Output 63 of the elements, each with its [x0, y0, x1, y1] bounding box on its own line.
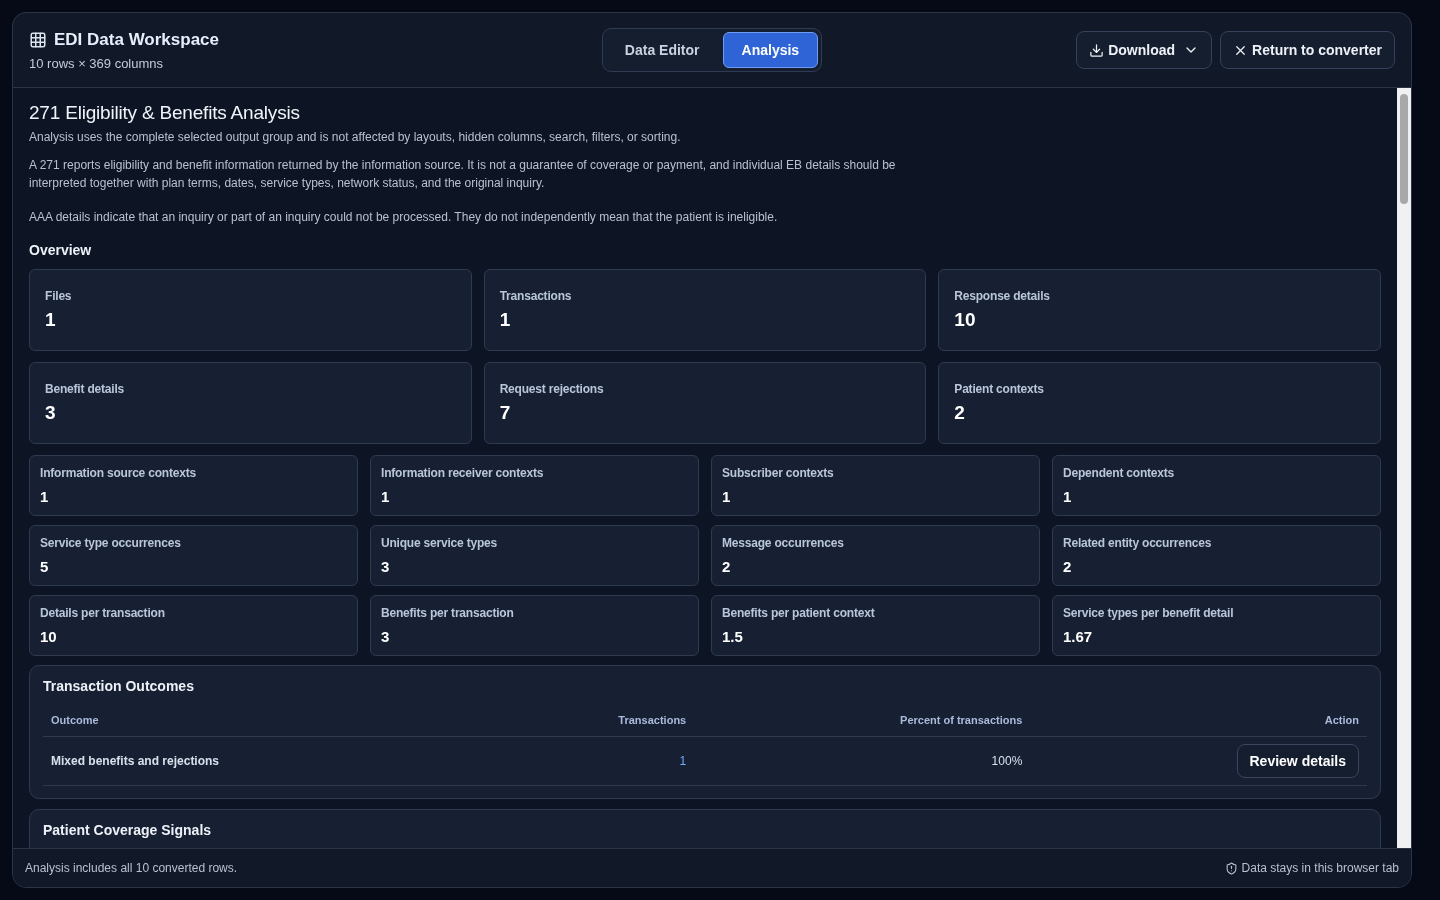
stat-label: Unique service types — [381, 536, 499, 550]
stat-label: Service type occurrences — [40, 536, 182, 550]
privacy-note: Data stays in this browser tab — [1224, 861, 1399, 875]
window-title: EDI Data Workspace — [54, 29, 220, 50]
stat-value: 1.5 — [722, 628, 744, 645]
stat-value: 2 — [1063, 558, 1073, 575]
stat-label: Message occurrences — [722, 536, 845, 550]
stat-value: 10 — [954, 309, 977, 331]
stat-label: Benefit details — [45, 382, 126, 396]
card-title: Patient Coverage Signals — [43, 822, 213, 838]
stat-label: Subscriber contexts — [722, 466, 835, 480]
download-button[interactable]: Download — [1076, 31, 1213, 69]
stat-label: Files — [45, 289, 73, 303]
stat-label: Benefits per transaction — [381, 606, 515, 620]
download-icon — [1089, 42, 1105, 58]
shield-icon — [1224, 861, 1238, 875]
stat-value: 2 — [954, 402, 966, 424]
stat-label: Dependent contexts — [1063, 466, 1176, 480]
stat-label: Related entity occurrences — [1063, 536, 1213, 550]
stat-value: 1 — [1063, 488, 1073, 505]
return-button[interactable]: Return to converter — [1220, 31, 1395, 69]
table-cell: 100% — [694, 736, 1031, 786]
stat-label: Information source contexts — [40, 466, 197, 480]
review-button[interactable]: Review details — [1236, 744, 1359, 778]
stat-label: Response details — [954, 289, 1051, 303]
stat-value: 3 — [45, 402, 57, 424]
column-header: Outcome — [43, 704, 491, 737]
info-paragraph: AAA details indicate that an inquiry or part of an inquiry could not be processed. They do not independently mean that the patient is ineligible. — [29, 209, 779, 226]
view-tab[interactable]: Analysis — [722, 32, 819, 68]
stat-value: 5 — [40, 558, 50, 575]
grid-icon — [29, 30, 47, 49]
stat-label: Transactions — [499, 289, 573, 303]
stat-label: Service types per benefit detail — [1063, 606, 1235, 620]
info-paragraph: A 271 reports eligibility and benefit information returned by the information source. It is not a guarantee of coverage or payment, and individual EB details should be interpreted together with plan terms, dates, service types, network status, and the original inquiry. — [29, 157, 897, 192]
stat-label: Benefits per patient context — [722, 606, 876, 620]
stat-value: 3 — [381, 628, 391, 645]
stat-label: Information receiver contexts — [381, 466, 545, 480]
stat-value: 1 — [499, 309, 512, 331]
stat-label: Patient contexts — [954, 382, 1045, 396]
stat-value: 10 — [40, 628, 58, 645]
stat-value: 1 — [45, 309, 57, 331]
analysis-title: 271 Eligibility & Benefits Analysis — [29, 102, 301, 124]
analysis-note: Analysis uses the complete selected output group and is not affected by layouts, hidden columns, search, filters, or sorting. — [29, 130, 682, 144]
scrollbar[interactable] — [1397, 88, 1411, 848]
status-text: Analysis includes all 10 converted rows. — [25, 861, 238, 875]
column-header: Transactions — [490, 704, 695, 737]
stat-label: Request rejections — [499, 382, 605, 396]
table-cell: 1 — [490, 736, 695, 786]
stat-value: 3 — [381, 558, 391, 575]
column-header: Percent of transactions — [694, 704, 1031, 737]
stat-value: 2 — [722, 558, 732, 575]
section-heading: Overview — [29, 242, 93, 258]
subtitle: 10 rows × 369 columns — [29, 55, 165, 71]
stat-value: 1 — [381, 488, 391, 505]
stat-value: 1.67 — [1063, 628, 1094, 645]
card-title: Transaction Outcomes — [43, 678, 195, 694]
table-cell: Mixed benefits and rejections — [43, 736, 491, 786]
stat-value: 1 — [722, 488, 732, 505]
stat-label: Details per transaction — [40, 606, 166, 620]
view-tab[interactable]: Data Editor — [605, 32, 719, 68]
stat-value: 7 — [499, 402, 512, 424]
column-header: Action — [1030, 704, 1367, 737]
stat-value: 1 — [40, 488, 50, 505]
